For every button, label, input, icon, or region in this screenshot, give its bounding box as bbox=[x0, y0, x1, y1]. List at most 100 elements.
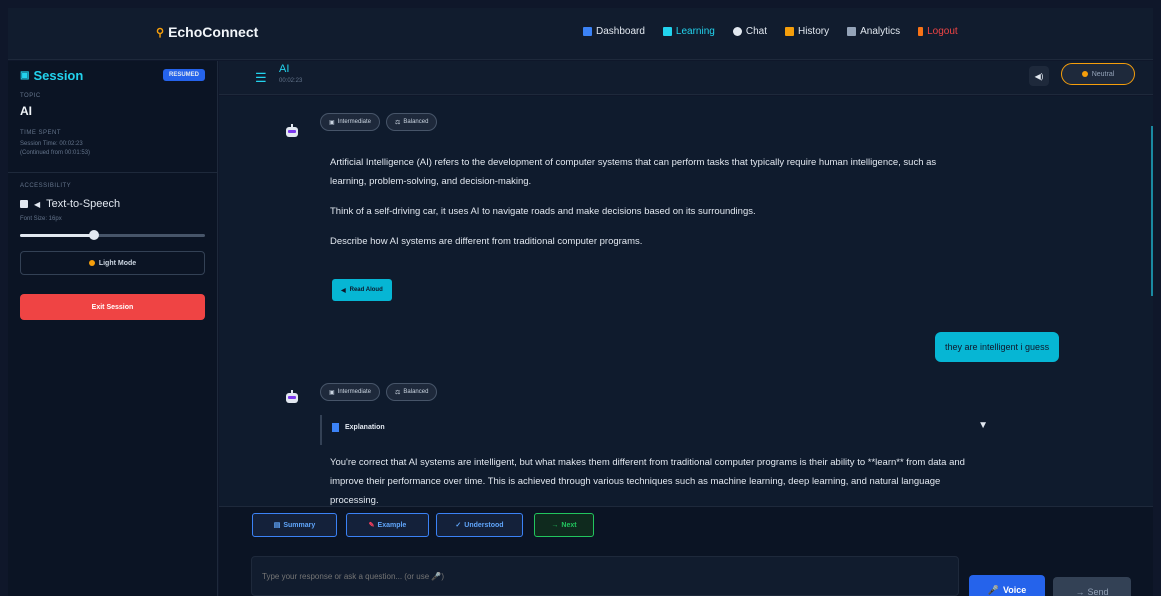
summary-label: Summary bbox=[283, 521, 316, 529]
voice-button[interactable]: 🎤 Voice bbox=[969, 575, 1045, 596]
message-tags: ▣ Intermediate ⚖ Balanced bbox=[320, 113, 438, 131]
message-paragraph: Think of a self-driving car, it uses AI … bbox=[330, 206, 756, 217]
top-navbar: ⚲ EchoConnect Dashboard Learning Chat Hi… bbox=[8, 8, 1153, 60]
nav-dashboard[interactable]: Dashboard bbox=[583, 26, 645, 37]
example-button[interactable]: ✎ Example bbox=[346, 513, 429, 537]
bot-message-text: You're correct that AI systems are intel… bbox=[330, 453, 970, 506]
nav-learning[interactable]: Learning bbox=[662, 26, 715, 37]
read-aloud-button[interactable]: ◀ Read Aloud bbox=[332, 279, 392, 301]
status-badge: RESUMED bbox=[162, 69, 205, 81]
level-chip-label: Intermediate bbox=[337, 119, 372, 125]
explanation-header: Explanation bbox=[332, 423, 385, 432]
dashboard-icon bbox=[583, 27, 592, 36]
speaker-button[interactable]: ◀) bbox=[1029, 66, 1049, 86]
sidebar-header: ▣ Session RESUMED bbox=[20, 65, 205, 85]
session-sidebar: ▣ Session RESUMED TOPIC AI TIME SPENT Se… bbox=[8, 61, 218, 596]
understood-label: Understood bbox=[464, 521, 504, 529]
explanation-section[interactable]: Explanation ▼ bbox=[320, 415, 992, 445]
level-icon: ▣ bbox=[329, 119, 335, 126]
menu-icon[interactable]: ☰ bbox=[255, 70, 267, 86]
chat-title: AI bbox=[279, 63, 290, 75]
session-title: ▣ Session bbox=[20, 68, 83, 83]
document-icon: ▤ bbox=[273, 522, 281, 529]
slider-thumb[interactable] bbox=[89, 230, 99, 240]
tts-label: Text-to-Speech bbox=[46, 198, 121, 210]
neutral-face-icon bbox=[1081, 71, 1088, 77]
font-size-label: Font Size: 16px bbox=[20, 216, 62, 222]
session-title-text: Session bbox=[33, 67, 84, 83]
composer: 🎤 Voice → Send bbox=[219, 550, 1153, 596]
message-input[interactable] bbox=[251, 556, 959, 596]
summary-button[interactable]: ▤ Summary bbox=[252, 513, 337, 537]
sidebar-divider bbox=[8, 172, 217, 173]
time-spent-label: TIME SPENT bbox=[20, 130, 62, 136]
read-aloud-label: Read Aloud bbox=[349, 287, 383, 293]
speaker-icon: ◀) bbox=[1034, 71, 1044, 81]
slider-fill bbox=[20, 234, 94, 237]
chat-messages[interactable]: ▣ Intermediate ⚖ Balanced Artificial Intel… bbox=[219, 96, 1153, 506]
explanation-label: Explanation bbox=[345, 424, 385, 431]
level-icon: ▣ bbox=[329, 389, 335, 396]
next-button[interactable]: → Next bbox=[534, 513, 594, 537]
send-button[interactable]: → Send bbox=[1053, 577, 1131, 596]
nav-analytics-label: Analytics bbox=[860, 26, 901, 37]
nav-history[interactable]: History bbox=[784, 26, 829, 37]
chat-scrollbar[interactable] bbox=[1151, 126, 1153, 296]
continued-time: (Continued from 00:01:53) bbox=[20, 150, 91, 156]
nav-dashboard-label: Dashboard bbox=[596, 26, 645, 37]
exit-session-button[interactable]: Exit Session bbox=[20, 294, 205, 320]
speaker-icon: ◀ bbox=[341, 287, 346, 294]
chevron-down-icon[interactable]: ▼ bbox=[978, 420, 988, 431]
style-chip: ⚖ Balanced bbox=[386, 383, 438, 401]
balance-icon: ⚖ bbox=[395, 389, 401, 396]
understood-button[interactable]: ✓ Understood bbox=[436, 513, 523, 537]
style-chip-label: Balanced bbox=[403, 119, 429, 125]
chat-icon bbox=[732, 27, 742, 36]
nav-links: Dashboard Learning Chat History Analytic… bbox=[583, 26, 958, 37]
mood-label: Neutral bbox=[1091, 70, 1115, 78]
microphone-icon: 🎤 bbox=[987, 584, 999, 595]
tts-toggle[interactable]: ◀ Text-to-Speech bbox=[20, 198, 205, 210]
analytics-icon bbox=[847, 27, 857, 36]
brand-name: EchoConnect bbox=[168, 24, 259, 40]
light-mode-label: Light Mode bbox=[98, 259, 137, 267]
example-label: Example bbox=[377, 521, 407, 529]
style-chip-label: Balanced bbox=[403, 389, 429, 395]
light-mode-button[interactable]: Light Mode bbox=[20, 251, 205, 275]
session-icon: ▣ bbox=[20, 69, 30, 81]
session-time: Session Time: 00:02:23 bbox=[20, 141, 83, 147]
quick-actions: ▤ Summary ✎ Example ✓ Understood → Next bbox=[219, 506, 1153, 550]
learning-icon bbox=[662, 27, 672, 36]
chat-header: ☰ AI 00:02:23 ◀) Neutral bbox=[219, 61, 1153, 95]
mood-indicator[interactable]: Neutral bbox=[1061, 63, 1135, 85]
message-paragraph: Describe how AI systems are different fr… bbox=[330, 236, 643, 247]
history-icon bbox=[784, 27, 794, 36]
logout-icon bbox=[918, 27, 924, 36]
user-message: they are intelligent i guess bbox=[935, 332, 1060, 362]
message-paragraph: Artificial Intelligence (AI) refers to t… bbox=[330, 157, 937, 187]
next-label: Next bbox=[561, 521, 577, 529]
send-label: Send bbox=[1087, 587, 1109, 596]
book-icon bbox=[332, 423, 339, 432]
accessibility-label: ACCESSIBILITY bbox=[20, 183, 72, 189]
font-size-slider[interactable] bbox=[20, 227, 205, 243]
message-paragraph: You're correct that AI systems are intel… bbox=[330, 457, 965, 506]
level-chip-label: Intermediate bbox=[337, 389, 372, 395]
arrow-right-icon: → bbox=[1075, 587, 1085, 596]
nav-logout[interactable]: Logout bbox=[918, 26, 958, 37]
voice-label: Voice bbox=[1002, 585, 1027, 595]
nav-learning-label: Learning bbox=[675, 26, 715, 37]
topic-value: AI bbox=[20, 104, 32, 118]
nav-chat[interactable]: Chat bbox=[732, 26, 767, 37]
pin-icon: ✎ bbox=[368, 522, 375, 529]
nav-analytics[interactable]: Analytics bbox=[847, 26, 900, 37]
topic-label: TOPIC bbox=[20, 93, 41, 99]
tts-checkbox[interactable] bbox=[20, 200, 28, 208]
speaker-icon: ◀ bbox=[34, 199, 41, 209]
sun-icon bbox=[88, 260, 95, 266]
app-root: ⚲ EchoConnect Dashboard Learning Chat Hi… bbox=[0, 0, 1161, 596]
style-chip: ⚖ Balanced bbox=[386, 113, 438, 131]
level-chip: ▣ Intermediate bbox=[320, 383, 381, 401]
brand[interactable]: ⚲ EchoConnect bbox=[156, 24, 258, 40]
balance-icon: ⚖ bbox=[395, 119, 401, 126]
